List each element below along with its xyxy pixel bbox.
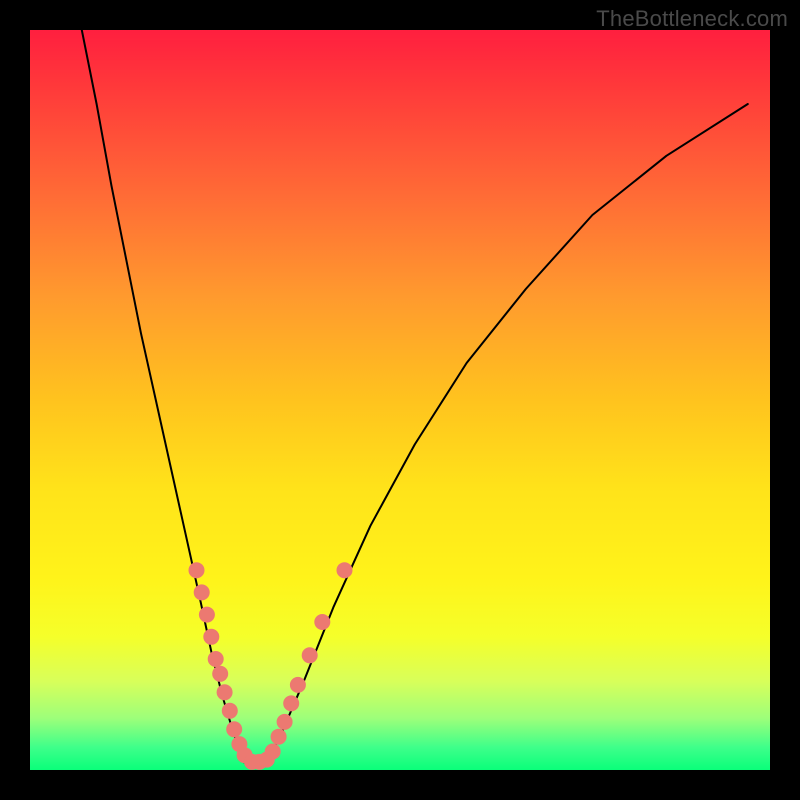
curve-right-branch [267, 104, 748, 763]
sample-dot [314, 614, 330, 630]
sample-dot [194, 584, 210, 600]
sample-dot [226, 721, 242, 737]
plot-area [30, 30, 770, 770]
sample-dot [271, 729, 287, 745]
sample-dot [283, 695, 299, 711]
sample-dot [203, 629, 219, 645]
sample-dot [199, 607, 215, 623]
sample-dot [222, 703, 238, 719]
bottleneck-curves [82, 30, 748, 766]
sample-dot [208, 651, 224, 667]
chart-frame: TheBottleneck.com [0, 0, 800, 800]
sample-dot [277, 714, 293, 730]
watermark-text: TheBottleneck.com [596, 6, 788, 32]
chart-svg [30, 30, 770, 770]
sample-dot [217, 684, 233, 700]
sample-dot [302, 647, 318, 663]
sample-dot [189, 562, 205, 578]
sample-dot [337, 562, 353, 578]
sample-dots [189, 562, 353, 770]
sample-dot [290, 677, 306, 693]
sample-dot [265, 744, 281, 760]
sample-dot [212, 666, 228, 682]
